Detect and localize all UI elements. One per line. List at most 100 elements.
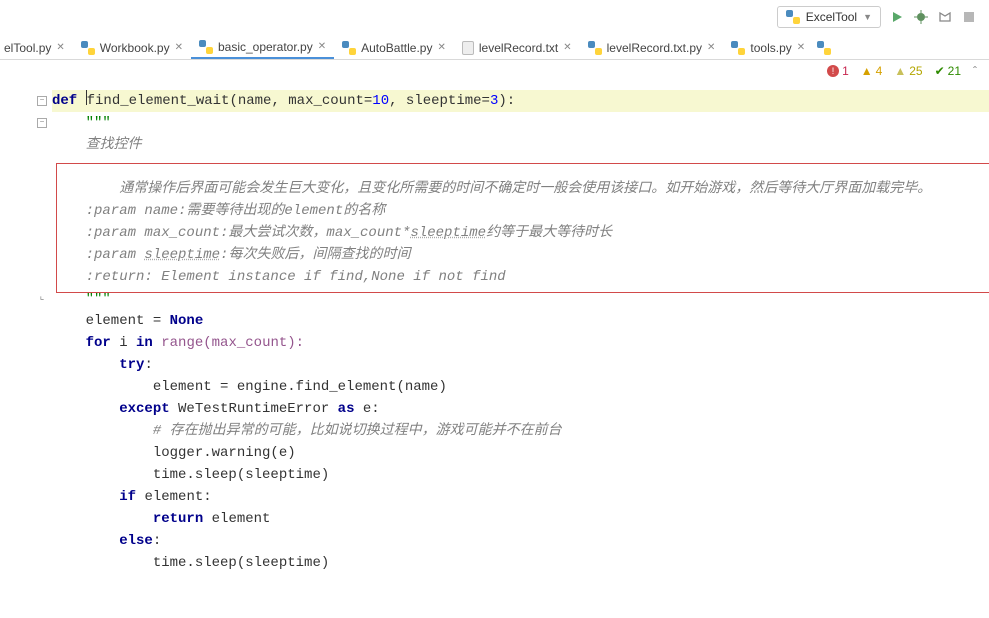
tab-label: tools.py <box>750 41 791 55</box>
tab-label: basic_operator.py <box>218 40 313 54</box>
var: i <box>119 332 136 354</box>
error-icon: ! <box>827 65 839 77</box>
param: sleeptime <box>406 90 482 112</box>
close-icon[interactable]: ✕ <box>318 41 326 52</box>
typo-count: 21 <box>948 64 961 78</box>
number: 3 <box>490 90 498 112</box>
error-indicator[interactable]: ! 1 <box>827 64 849 78</box>
run-with-coverage-icon[interactable] <box>937 9 953 25</box>
fold-icon[interactable]: − <box>37 118 47 128</box>
docstring: sleeptime <box>144 244 220 266</box>
code-line: time.sleep(sleeptime) <box>52 552 329 574</box>
close-icon[interactable]: ✕ <box>707 42 715 53</box>
warning-count: 4 <box>876 64 883 78</box>
keyword-except: except <box>119 398 178 420</box>
typo-indicator[interactable]: ✔ 21 <box>935 64 961 78</box>
docstring: :每次失败后，间隔查找的时间 <box>220 244 410 266</box>
class-name: WeTestRuntimeError <box>178 398 338 420</box>
docstring: :param max_count:最大尝试次数，max_count* <box>52 222 410 244</box>
param: max_count <box>288 90 364 112</box>
python-icon <box>199 40 213 54</box>
code-editor[interactable]: − def find_element_wait(name, max_count=… <box>0 90 989 618</box>
tab-workbook[interactable]: Workbook.py ✕ <box>73 36 191 59</box>
text-file-icon <box>462 41 474 55</box>
docstring: 约等于最大等待时长 <box>486 222 612 244</box>
stop-icon[interactable] <box>961 9 977 25</box>
keyword-in: in <box>136 332 161 354</box>
keyword-try: try <box>119 354 144 376</box>
close-icon[interactable]: ✕ <box>175 42 183 53</box>
builtin: range(max_count): <box>161 332 304 354</box>
weak-warning-indicator[interactable]: ▲ 25 <box>894 64 922 78</box>
tab-label: Workbook.py <box>100 41 170 55</box>
eq: = <box>364 90 372 112</box>
python-icon <box>786 10 800 24</box>
tab-tools[interactable]: tools.py ✕ <box>723 36 813 59</box>
docstring-open: """ <box>52 112 111 134</box>
comma: , <box>271 90 288 112</box>
editor-tabs: elTool.py ✕ Workbook.py ✕ basic_operator… <box>0 36 989 60</box>
keyword-return: return <box>153 508 212 530</box>
code-area[interactable]: − def find_element_wait(name, max_count=… <box>44 90 989 618</box>
number: 10 <box>372 90 389 112</box>
tab-levelrecord-txt[interactable]: levelRecord.txt ✕ <box>454 36 580 59</box>
run-icon[interactable] <box>889 9 905 25</box>
keyword-none: None <box>170 310 204 332</box>
fold-icon[interactable]: − <box>37 96 47 106</box>
warning-icon: ▲ <box>861 64 873 78</box>
docstring: :param <box>52 244 144 266</box>
code-line: logger.warning(e) <box>52 442 296 464</box>
tab-label: levelRecord.txt.py <box>607 41 702 55</box>
weak-warning-count: 25 <box>909 64 922 78</box>
typo-icon: ✔ <box>935 64 945 78</box>
dropdown-icon: ▼ <box>863 12 872 22</box>
python-icon <box>731 41 745 55</box>
tab-more[interactable] <box>813 36 835 59</box>
python-icon <box>342 41 356 55</box>
keyword-for: for <box>86 332 120 354</box>
docstring: 通常操作后界面可能会发生巨大变化，且变化所需要的时间不确定时一般会使用该接口。如… <box>52 178 931 200</box>
keyword-if: if <box>119 486 144 508</box>
docstring: :param name:需要等待出现的element的名称 <box>52 200 385 222</box>
close-icon[interactable]: ✕ <box>797 42 805 53</box>
paren: ( <box>229 90 237 112</box>
error-count: 1 <box>842 64 849 78</box>
run-config-select[interactable]: ExcelTool ▼ <box>777 6 881 28</box>
tab-label: elTool.py <box>4 41 51 55</box>
gutter <box>0 90 44 618</box>
keyword-else: else <box>119 530 153 552</box>
tab-eltool[interactable]: elTool.py ✕ <box>4 36 73 59</box>
inspection-indicators: ! 1 ▲ 4 ▲ 25 ✔ 21 ˆ <box>827 64 977 78</box>
python-icon <box>817 41 831 55</box>
run-toolbar: ExcelTool ▼ <box>777 6 977 28</box>
expand-inspection-icon[interactable]: ˆ <box>973 64 977 78</box>
weak-warning-icon: ▲ <box>894 64 906 78</box>
tab-label: levelRecord.txt <box>479 41 558 55</box>
tab-basic-operator[interactable]: basic_operator.py ✕ <box>191 36 334 60</box>
comma: , <box>389 90 406 112</box>
comment: # 存在抛出异常的可能，比如说切换过程中，游戏可能并不在前台 <box>52 420 562 442</box>
python-icon <box>588 41 602 55</box>
fold-end-icon[interactable]: ⌞ <box>37 294 47 304</box>
tab-autobattle[interactable]: AutoBattle.py ✕ <box>334 36 454 59</box>
eq: = <box>482 90 490 112</box>
code-line: element = engine.find_element(name) <box>52 376 447 398</box>
python-icon <box>81 41 95 55</box>
keyword-as: as <box>338 398 363 420</box>
var: element <box>212 508 271 530</box>
close-icon[interactable]: ✕ <box>56 42 64 53</box>
docstring: 查找控件 <box>52 134 142 156</box>
docstring: :return: Element instance if find,None i… <box>52 266 506 288</box>
close-icon[interactable]: ✕ <box>563 42 571 53</box>
debug-icon[interactable] <box>913 9 929 25</box>
tab-levelrecord-txt-py[interactable]: levelRecord.txt.py ✕ <box>580 36 724 59</box>
code-line: element = <box>52 310 170 332</box>
close-icon[interactable]: ✕ <box>437 42 445 53</box>
warning-indicator[interactable]: ▲ 4 <box>861 64 883 78</box>
param: name <box>238 90 272 112</box>
run-config-label: ExcelTool <box>806 10 857 24</box>
function-name: find_element_wait <box>87 90 230 112</box>
code-line: time.sleep(sleeptime) <box>52 464 329 486</box>
tab-label: AutoBattle.py <box>361 41 432 55</box>
docstring: sleeptime <box>410 222 486 244</box>
